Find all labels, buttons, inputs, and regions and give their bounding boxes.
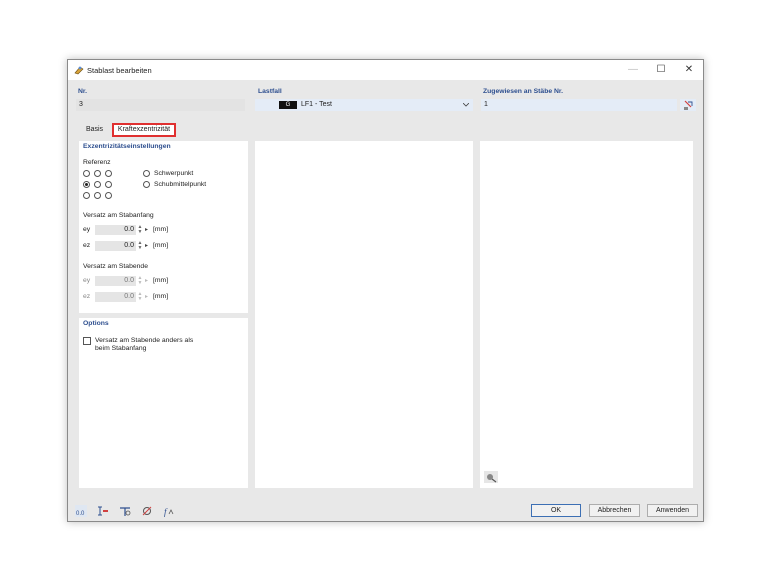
lastfall-label: Lastfall bbox=[258, 88, 282, 95]
radio-ref-middle-left[interactable] bbox=[83, 181, 90, 188]
anfang-ey-symbol: ey bbox=[83, 226, 91, 233]
options-title: Options bbox=[83, 320, 109, 327]
lastfall-dropdown[interactable]: G LF1 - Test bbox=[255, 99, 473, 111]
ende-ey-input: 0.0 bbox=[95, 276, 136, 286]
abbrechen-button[interactable]: Abbrechen bbox=[589, 504, 640, 517]
lastfall-value: LF1 - Test bbox=[301, 101, 332, 108]
anfang-ez-input[interactable]: 0.0 bbox=[95, 241, 136, 251]
anfang-ez-symbol: ez bbox=[83, 242, 91, 249]
zugewiesen-field[interactable]: 1 bbox=[481, 99, 677, 111]
exzentrizitaet-panel: Exzentrizitätseinstellungen Referenz Sch… bbox=[79, 141, 248, 313]
options-panel: Options Versatz am Stabende anders als b… bbox=[79, 318, 248, 488]
nr-field[interactable]: 3 bbox=[76, 99, 245, 111]
radio-ref-top-center[interactable] bbox=[94, 170, 101, 177]
radio-ref-bottom-right[interactable] bbox=[105, 192, 112, 199]
title-bar: Stablast bearbeiten — ☐ ✕ bbox=[68, 60, 703, 80]
stablast-dialog: Stablast bearbeiten — ☐ ✕ Nr. 3 Lastfall… bbox=[67, 59, 704, 522]
ende-ey-arrow-icon: ▸ bbox=[145, 278, 149, 284]
exzentrizitaet-title: Exzentrizitätseinstellungen bbox=[83, 143, 171, 150]
schubmittelpunkt-label: Schubmittelpunkt bbox=[154, 181, 207, 188]
ende-ey-symbol: ey bbox=[83, 277, 91, 284]
ende-ez-input: 0.0 bbox=[95, 292, 136, 302]
ende-ez-unit: [mm] bbox=[153, 293, 169, 300]
ok-button[interactable]: OK bbox=[531, 504, 581, 517]
anfang-ez-spinner[interactable]: ▲ ▼ bbox=[137, 241, 143, 251]
settings-icon[interactable] bbox=[141, 505, 153, 517]
nr-label: Nr. bbox=[78, 88, 88, 95]
view-icon[interactable] bbox=[119, 505, 131, 517]
radio-ref-top-right[interactable] bbox=[105, 170, 112, 177]
preview-settings-icon[interactable] bbox=[484, 471, 498, 483]
versatz-ende-label-line2: beim Stabanfang bbox=[95, 345, 147, 352]
anwenden-button[interactable]: Anwenden bbox=[647, 504, 698, 517]
ende-ey-unit: [mm] bbox=[153, 277, 169, 284]
radio-ref-top-left[interactable] bbox=[83, 170, 90, 177]
radio-ref-middle-center[interactable] bbox=[94, 181, 101, 188]
preview-panel bbox=[480, 141, 693, 488]
radio-ref-bottom-left[interactable] bbox=[83, 192, 90, 199]
versatz-anfang-title: Versatz am Stabanfang bbox=[83, 212, 154, 219]
zugewiesen-label: Zugewiesen an Stäbe Nr. bbox=[483, 88, 564, 95]
decimal-places-icon[interactable]: 0.0 bbox=[75, 505, 87, 517]
anfang-ey-unit: [mm] bbox=[153, 226, 169, 233]
radio-schwerpunkt[interactable] bbox=[143, 170, 150, 177]
schwerpunkt-label: Schwerpunkt bbox=[154, 170, 194, 177]
radio-schubmittelpunkt[interactable] bbox=[143, 181, 150, 188]
lastfall-type-badge: G bbox=[279, 101, 297, 109]
versatz-ende-label-line1: Versatz am Stabende anders als bbox=[95, 337, 194, 344]
chevron-down-icon bbox=[463, 103, 469, 107]
tab-kraftexzentrizitaet[interactable]: Kraftexzentrizität bbox=[112, 123, 176, 137]
select-members-icon[interactable] bbox=[680, 99, 696, 111]
radio-ref-middle-right[interactable] bbox=[105, 181, 112, 188]
anfang-ey-spinner[interactable]: ▲ ▼ bbox=[137, 225, 143, 235]
referenz-label: Referenz bbox=[83, 159, 111, 166]
maximize-button[interactable]: ☐ bbox=[654, 64, 668, 76]
svg-text:0.0: 0.0 bbox=[76, 511, 85, 517]
ende-ez-spinner: ▲ ▼ bbox=[137, 291, 143, 302]
tab-basis[interactable]: Basis bbox=[76, 123, 113, 137]
ende-ez-symbol: ez bbox=[83, 293, 91, 300]
window-title: Stablast bearbeiten bbox=[87, 66, 152, 75]
app-icon bbox=[74, 66, 84, 75]
radio-ref-bottom-center[interactable] bbox=[94, 192, 101, 199]
anfang-ey-input[interactable]: 0.0 bbox=[95, 225, 136, 235]
minimize-button[interactable]: — bbox=[626, 64, 640, 76]
anfang-ez-unit: [mm] bbox=[153, 242, 169, 249]
ende-ey-spinner: ▲ ▼ bbox=[137, 275, 143, 286]
member-icon[interactable] bbox=[97, 505, 109, 517]
close-button[interactable]: ✕ bbox=[682, 64, 696, 76]
formula-icon[interactable]: f bbox=[163, 505, 175, 517]
anfang-ey-arrow-icon[interactable]: ▸ bbox=[145, 225, 150, 235]
middle-panel bbox=[255, 141, 473, 488]
versatz-ende-checkbox[interactable] bbox=[83, 337, 91, 345]
svg-text:f: f bbox=[164, 507, 168, 517]
anfang-ez-arrow-icon[interactable]: ▸ bbox=[145, 241, 150, 251]
versatz-ende-title: Versatz am Stabende bbox=[83, 263, 148, 270]
ende-ez-arrow-icon: ▸ bbox=[145, 294, 149, 300]
